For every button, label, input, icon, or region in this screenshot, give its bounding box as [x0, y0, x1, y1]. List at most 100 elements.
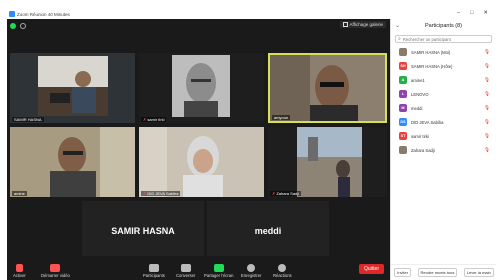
reactions-label: Réactions [273, 273, 292, 278]
panel-title: Participants (8) [425, 23, 462, 29]
video-tile[interactable]: SAMIR HASNA [10, 53, 135, 123]
encryption-shield-icon[interactable] [10, 23, 16, 29]
avatar: A [399, 76, 407, 84]
participant-name: SAMIR HASNA (Moi) [411, 49, 451, 55]
muted-mic-icon[interactable]: 🎙 [484, 63, 490, 69]
record-button[interactable]: Enregistrer [241, 264, 261, 278]
video-feed [268, 127, 387, 197]
avatar: L [399, 90, 407, 98]
start-video-label: Démarrer vidéo [41, 273, 70, 278]
zoom-window: Zoom Réunion 40 Minutes – □ ✕ Affichage … [7, 9, 496, 280]
participants-label: Participants [143, 273, 165, 278]
participant-name: Zahara Sadji [411, 147, 435, 153]
window-title: Zoom Réunion 40 Minutes [17, 11, 70, 17]
mute-all-button[interactable]: Rendre muets tous [417, 268, 458, 277]
participant-search[interactable]: ⌕ [395, 35, 492, 43]
grid-icon [342, 22, 348, 27]
panel-header: ⌄ Participants (8) [391, 19, 496, 33]
participant-name: LENOVO [411, 91, 429, 97]
start-video-button[interactable]: Démarrer vidéo [41, 264, 70, 278]
participant-search-input[interactable] [402, 36, 483, 42]
participant-display-name: meddi [254, 225, 282, 236]
panel-footer: Inviter Rendre muets tous Lever la main [391, 264, 496, 280]
participant-row[interactable]: Aamine1 🎙 [391, 73, 496, 87]
video-feed [139, 127, 264, 197]
collapse-panel-icon[interactable]: ⌄ [395, 22, 400, 29]
video-tile[interactable]: ✗DID JEVA Sabiha [139, 127, 264, 197]
muted-mic-icon[interactable]: 🎙 [484, 49, 490, 55]
participant-name: meddi [411, 105, 423, 111]
gallery-view-label: Affichage galerie [349, 22, 383, 27]
video-off-icon [50, 264, 61, 272]
avatar [399, 48, 407, 56]
participant-display-name: SAMIR HASNA [111, 225, 175, 236]
muted-mic-icon[interactable]: 🎙 [484, 105, 490, 111]
participant-name: SAMIR HASNA (Hôte) [411, 63, 453, 69]
record-label: Enregistrer [241, 273, 262, 278]
meeting-toolbar: Activer Démarrer vidéo Participants Conv… [7, 256, 390, 280]
muted-mic-icon: ✗ [143, 191, 147, 196]
participant-name: amine1 [411, 77, 425, 83]
unmute-button[interactable]: Activer [13, 264, 26, 278]
participant-row[interactable]: ST samir tirki 🎙 [391, 129, 496, 143]
participant-name-label: ✗samir tirki [141, 117, 167, 122]
participant-name: DID JEVA Sabiha [411, 119, 444, 125]
participant-row[interactable]: SH SAMIR HASNA (Hôte) 🎙 [391, 59, 496, 73]
leave-meeting-button[interactable]: Quitter [358, 264, 384, 274]
participant-row[interactable]: Zahara Sadji 🎙 [391, 143, 496, 157]
video-feed [10, 53, 135, 123]
participant-row[interactable]: Mmeddi 🎙 [391, 101, 496, 115]
video-tile-active-speaker[interactable]: amyoun [268, 53, 387, 123]
participants-panel: ⌄ Participants (8) ⌕ SAMIR HASNA (Moi)🎙S… [390, 19, 496, 280]
participant-name-label: amyoun [272, 115, 291, 120]
participant-name-label: ✗Zahara Sadji [270, 191, 302, 196]
participant-row[interactable]: SAMIR HASNA (Moi) 🎙 [391, 45, 496, 59]
reactions-button[interactable]: Réactions [273, 264, 292, 278]
meeting-area: Affichage galerie SAMIR HASNA ✗samir tir… [7, 19, 390, 280]
invite-button[interactable]: Inviter [394, 268, 412, 277]
video-tile[interactable]: ✗Zahara Sadji [268, 127, 387, 197]
video-tile[interactable]: ✗samir tirki [139, 53, 264, 123]
reactions-icon [278, 264, 287, 272]
video-feed [10, 127, 135, 197]
participant-name-label: ✗DID JEVA Sabiha [141, 191, 181, 196]
raise-hand-button[interactable]: Lever la main [463, 268, 494, 277]
chat-button[interactable]: Converser [176, 264, 195, 278]
participant-name-label: amine [12, 191, 27, 196]
avatar: ST [399, 132, 407, 140]
chat-label: Converser [176, 273, 196, 278]
avatar [399, 146, 407, 154]
participant-name-label: SAMIR HASNA [12, 117, 44, 122]
share-screen-button[interactable]: Partager l'écran [204, 264, 233, 278]
muted-mic-icon: ✗ [272, 191, 276, 196]
unmute-label: Activer [13, 273, 26, 278]
muted-mic-icon: ✗ [143, 117, 147, 122]
muted-mic-icon[interactable]: 🎙 [484, 77, 490, 83]
close-icon[interactable]: ✕ [483, 10, 488, 16]
muted-mic-icon[interactable]: 🎙 [484, 147, 490, 153]
video-feed [270, 55, 385, 121]
participant-list: SAMIR HASNA (Moi) 🎙 SH SAMIR HASNA (Hôte) 🎙 A… [391, 45, 496, 157]
video-feed [139, 53, 264, 123]
avatar: DS [399, 118, 407, 126]
gallery-view-button[interactable]: Affichage galerie [339, 21, 386, 28]
share-screen-label: Partager l'écran [204, 273, 234, 278]
muted-mic-icon[interactable]: 🎙 [484, 119, 490, 125]
video-tile-no-video[interactable]: SAMIR HASNA [82, 201, 204, 257]
participant-row[interactable]: DS DID JEVA Sabiha 🎙 [391, 115, 496, 129]
video-tile[interactable]: amine [10, 127, 135, 197]
avatar: M [399, 104, 407, 112]
muted-mic-icon [15, 264, 23, 272]
minimize-icon[interactable]: – [457, 10, 460, 16]
search-icon: ⌕ [398, 36, 401, 42]
record-icon [247, 264, 256, 272]
participant-name: samir tirki [411, 133, 429, 139]
participant-row[interactable]: L LENOVO 🎙 [391, 87, 496, 101]
muted-mic-icon[interactable]: 🎙 [484, 91, 490, 97]
chat-icon [180, 264, 191, 272]
video-tile-no-video[interactable]: meddi [207, 201, 329, 257]
muted-mic-icon[interactable]: 🎙 [484, 133, 490, 139]
maximize-icon[interactable]: □ [470, 10, 473, 16]
meeting-info-icon[interactable] [20, 23, 26, 29]
participants-button[interactable]: Participants [143, 264, 165, 278]
